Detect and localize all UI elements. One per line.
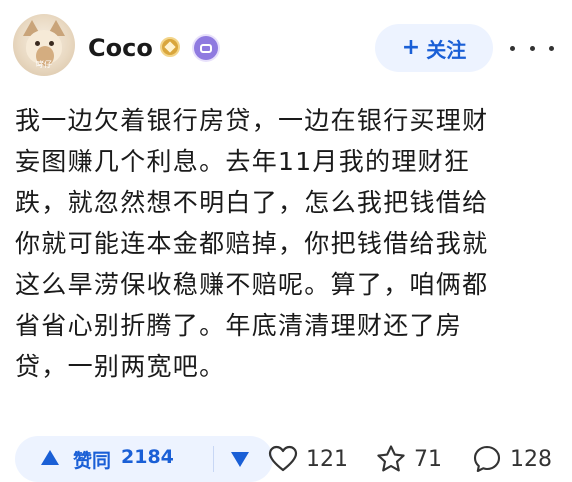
downvote-icon[interactable] [231,452,249,467]
more-dot [549,45,554,51]
more-dot [529,45,535,51]
avatar-eye-left [35,41,40,46]
favorite-action[interactable]: 71 [376,442,442,476]
plus-icon: + [401,35,421,60]
post-line: 跌，就忽然想不明白了，怎么我把钱借给 [15,188,489,217]
post-line: 省省心别折腾了。年底清清理财还了房 [15,311,463,340]
post-line: 我一边欠着银行房贷，一边在银行买理财 [15,106,489,135]
avatar-caption: 哮仔 [36,60,52,69]
purple-badge-icon[interactable] [194,36,218,60]
gold-badge-inner [164,41,176,53]
vote-divider [213,446,214,472]
post-content: 我一边欠着银行房贷，一边在银行买理财 妄图赚几个利息。去年11月我的理财狂 跌，… [15,100,560,387]
upvote-count[interactable]: 2184 [121,446,174,468]
post-line: 这么旱涝保收稳赚不赔呢。算了，咱俩都 [15,270,489,299]
more-dots-icon[interactable] [510,36,554,60]
favorite-count: 71 [414,446,442,472]
upvote-label[interactable]: 赞同 [73,446,111,473]
comment-count: 128 [510,446,552,472]
follow-button[interactable]: + 关注 [375,24,493,72]
heart-icon[interactable] [268,445,298,473]
purple-badge-inner [200,43,212,53]
gold-badge-icon[interactable] [160,37,180,57]
post-header: 哮仔 Coco + 关注 [0,0,572,100]
post-line: 你就可能连本金都赔掉，你把钱借给我就 [15,229,489,258]
star-icon[interactable] [376,444,406,474]
post-line: 妄图赚几个利息。去年11月我的理财狂 [15,147,471,176]
post-line: 贷，一别两宽吧。 [15,352,226,381]
vote-bar: 赞同 2184 [15,436,273,482]
follow-label: 关注 [426,37,467,62]
like-action[interactable]: 121 [268,442,348,476]
author-name[interactable]: Coco [88,34,153,62]
more-dot [510,45,515,51]
comment-action[interactable]: 128 [472,442,552,476]
avatar[interactable]: 哮仔 [13,14,75,76]
comment-icon[interactable] [472,444,502,474]
like-count: 121 [306,446,348,472]
upvote-icon[interactable] [41,450,59,465]
avatar-eye-right [49,41,54,46]
